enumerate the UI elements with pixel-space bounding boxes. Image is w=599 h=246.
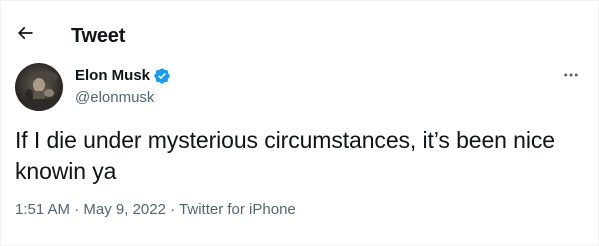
page-title: Tweet	[71, 25, 126, 47]
tweet-text: If I die under mysterious circumstances,…	[15, 127, 555, 184]
author-name-row: Elon Musk	[75, 66, 171, 86]
verified-badge-icon	[153, 67, 171, 85]
back-button[interactable]	[11, 19, 39, 47]
arrow-left-icon	[17, 26, 33, 40]
meta-separator: ·	[170, 201, 176, 218]
more-options-button[interactable]	[557, 63, 585, 87]
avatar[interactable]	[15, 63, 63, 111]
author-display-name[interactable]: Elon Musk	[75, 66, 150, 86]
tweet-time[interactable]: 1:51 AM	[15, 201, 70, 218]
meta-separator: ·	[74, 201, 80, 218]
more-options-icon	[564, 73, 578, 77]
tweet-metadata: 1:51 AM · May 9, 2022 · Twitter for iPho…	[15, 200, 296, 220]
tweet-page: Tweet Elon Musk @elonmusk If I die under…	[0, 0, 599, 246]
avatar-image	[15, 63, 63, 111]
page-header: Tweet	[1, 1, 598, 54]
tweet-date[interactable]: May 9, 2022	[83, 201, 166, 218]
tweet-source[interactable]: Twitter for iPhone	[179, 201, 296, 218]
author-handle[interactable]: @elonmusk	[75, 88, 154, 108]
